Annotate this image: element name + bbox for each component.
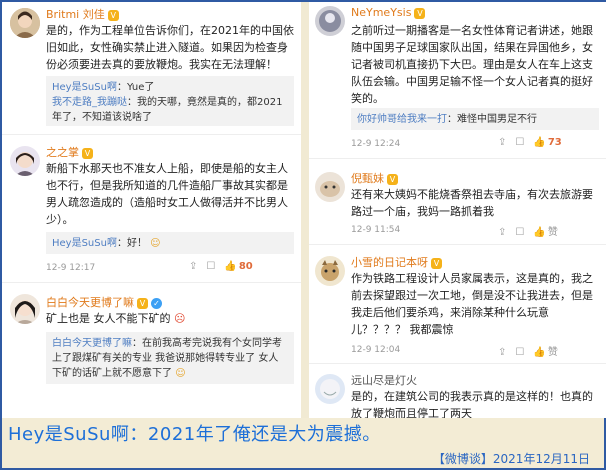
action-bar: ⇪ ☐ 👍 赞 (489, 223, 558, 238)
username[interactable]: NeYmeYsis V (351, 6, 426, 19)
reply-box[interactable]: 你好帅哥给我来一打：难怪中国男足不行 (351, 108, 599, 130)
emoji-icon: ☺ (175, 368, 186, 379)
comment-text: 是的，作为工程单位告诉你们，在2021年的中国依旧如此，女性确实禁止进入隧道。如… (46, 24, 294, 71)
avatar-image (315, 374, 345, 404)
username-text[interactable]: 倪甄妹 (351, 172, 384, 185)
member-badge-icon: V (107, 9, 119, 21)
footer-source: 【微博谈】2021年12月11日 (432, 452, 590, 466)
right-comment-column[interactable]: NeYmeYsis V 之前听过一期播客是一名女性体育记者讲述，她跟随中国男子足球… (309, 2, 606, 418)
comment-text: 之前听过一期播客是一名女性体育记者讲述，她跟随中国男子足球国家队出国，结果在异国… (351, 24, 593, 105)
username[interactable]: Britmi 刘佳 V (46, 6, 119, 22)
username-text[interactable]: 小雪的日记本呀 (351, 256, 428, 269)
reply-item: 你好帅哥给我来一打：难怪中国男足不行 (357, 112, 593, 127)
comment-text: 作为铁路工程设计人员家属表示，这是真的，我之前去探望跟过一次工地，倒是没不让我进… (351, 272, 593, 336)
caption-text: Hey是SuSu啊：2021年了俺还是大为震撼。 (8, 424, 381, 445)
reply-item: 我不走路_我蹦哒：我的天哪，竟然是真的，都2021年了，不知道该说啥了 (52, 95, 288, 125)
comment-text: 新船下水那天也不准女人上船，即使是船的女主人也不行，但是我所知道的几件造船厂事故… (46, 162, 288, 226)
reply-item: Hey是SuSu啊：Yue了 (52, 80, 288, 95)
timestamp: 12-9 12:04 (351, 345, 401, 355)
like-label: 赞 (547, 347, 558, 358)
comment-icon[interactable]: ☐ (515, 227, 524, 238)
member-badge-icon: V (137, 297, 148, 309)
member-badge-icon: V (387, 173, 398, 185)
reply-box[interactable]: Hey是SuSu啊：好！ ☺ (46, 232, 294, 254)
like-icon[interactable]: 👍 (224, 261, 236, 272)
comment-icon[interactable]: ☐ (515, 347, 524, 358)
action-bar: ⇪ ☐ 👍 80 (180, 261, 253, 272)
comment-text-body: 矿上也是 女人不能下矿的 (46, 312, 171, 325)
comment-text: 还有来大姨妈不能烧香祭祖去寺庙，有次去旅游要路过一个庙，我妈一路抓着我 (351, 188, 593, 218)
reply-box[interactable]: Hey是SuSu啊：Yue了 我不走路_我蹦哒：我的天哪，竟然是真的，都2021… (46, 76, 294, 126)
share-icon[interactable]: ⇪ (498, 227, 506, 238)
avatar-image (315, 256, 345, 286)
comment-text: 矿上也是 女人不能下矿的 ☹ (46, 310, 294, 327)
comment-icon[interactable]: ☐ (515, 137, 524, 148)
avatar[interactable] (315, 172, 345, 202)
member-badge-icon: V (431, 257, 442, 269)
avatar[interactable] (315, 256, 345, 286)
reply-item: Hey是SuSu啊：好！ ☺ (52, 236, 288, 251)
username[interactable]: 之之掌 V (46, 144, 93, 160)
reply-body: ：Yue了 (116, 82, 155, 93)
username-text[interactable]: 远山尽是灯火 (351, 374, 417, 387)
action-bar: ⇪ ☐ 👍 73 (489, 137, 562, 148)
username-text[interactable]: 白白今天更博了嘛 (46, 296, 134, 309)
avatar[interactable] (10, 294, 40, 324)
avatar-image (10, 8, 40, 38)
like-count: 80 (238, 261, 253, 272)
avatar[interactable] (315, 374, 345, 404)
avatar[interactable] (10, 146, 40, 176)
screenshot-frame: Britmi 刘佳 V 是的，作为工程单位告诉你们，在2021年的中国依旧如此，女… (0, 0, 606, 470)
share-icon[interactable]: ⇪ (498, 347, 506, 358)
divider (2, 282, 301, 283)
reply-body: ：好！ (116, 238, 147, 249)
divider (309, 244, 606, 245)
reply-user[interactable]: Hey是SuSu啊 (52, 82, 117, 93)
left-comment-column[interactable]: Britmi 刘佳 V 是的，作为工程单位告诉你们，在2021年的中国依旧如此，女… (2, 2, 301, 418)
timestamp: 12-9 11:54 (351, 225, 401, 235)
member-badge-icon: V (414, 7, 426, 19)
share-icon[interactable]: ⇪ (189, 261, 197, 272)
username[interactable]: 远山尽是灯火 (351, 372, 417, 388)
share-icon[interactable]: ⇪ (498, 137, 506, 148)
like-icon[interactable]: 👍 (533, 137, 545, 148)
verified-icon: ✓ (151, 297, 162, 309)
username[interactable]: 小雪的日记本呀 V (351, 254, 442, 270)
like-icon[interactable]: 👍 (533, 347, 545, 358)
divider (2, 134, 301, 135)
reply-box[interactable]: 白白今天更博了嘛：在前我高考完说我有个女同学考上了跟煤矿有关的专业 我爸说那她得… (46, 332, 294, 384)
avatar-image (315, 6, 345, 36)
comment-icon[interactable]: ☐ (206, 261, 215, 272)
timestamp: 12-9 12:24 (351, 139, 401, 149)
reply-user[interactable]: 白白今天更博了嘛 (52, 338, 132, 349)
avatar-image (10, 146, 40, 176)
username-text[interactable]: NeYmeYsis (351, 6, 411, 19)
username[interactable]: 白白今天更博了嘛 V ✓ (46, 294, 162, 310)
avatar[interactable] (10, 8, 40, 38)
avatar-image (315, 172, 345, 202)
like-label: 赞 (547, 227, 558, 238)
action-bar: ⇪ ☐ 👍 赞 (489, 343, 558, 358)
emoji-icon: ☹ (174, 312, 186, 325)
reply-user[interactable]: Hey是SuSu啊 (52, 238, 117, 249)
reply-item: 白白今天更博了嘛：在前我高考完说我有个女同学考上了跟煤矿有关的专业 我爸说那她得… (52, 336, 288, 381)
timestamp: 12-9 12:17 (46, 263, 96, 273)
like-count: 73 (547, 137, 562, 148)
username-text[interactable]: Britmi 刘佳 (46, 8, 105, 21)
divider (309, 363, 606, 364)
divider (309, 158, 606, 159)
member-badge-icon: V (82, 147, 93, 159)
avatar[interactable] (315, 6, 345, 36)
reply-user[interactable]: 我不走路_我蹦哒 (52, 97, 127, 108)
like-icon[interactable]: 👍 (533, 227, 545, 238)
avatar-image (10, 294, 40, 324)
comment-text: 是的，在建筑公司的我表示真的是这样的！也真的放了鞭炮而且停工了两天 (351, 390, 593, 418)
username[interactable]: 倪甄妹 V (351, 170, 398, 186)
reply-body: ：难怪中国男足不行 (447, 114, 537, 125)
username-text[interactable]: 之之掌 (46, 146, 79, 159)
emoji-icon: ☺ (150, 238, 161, 249)
reply-user[interactable]: 你好帅哥给我来一打 (357, 114, 447, 125)
